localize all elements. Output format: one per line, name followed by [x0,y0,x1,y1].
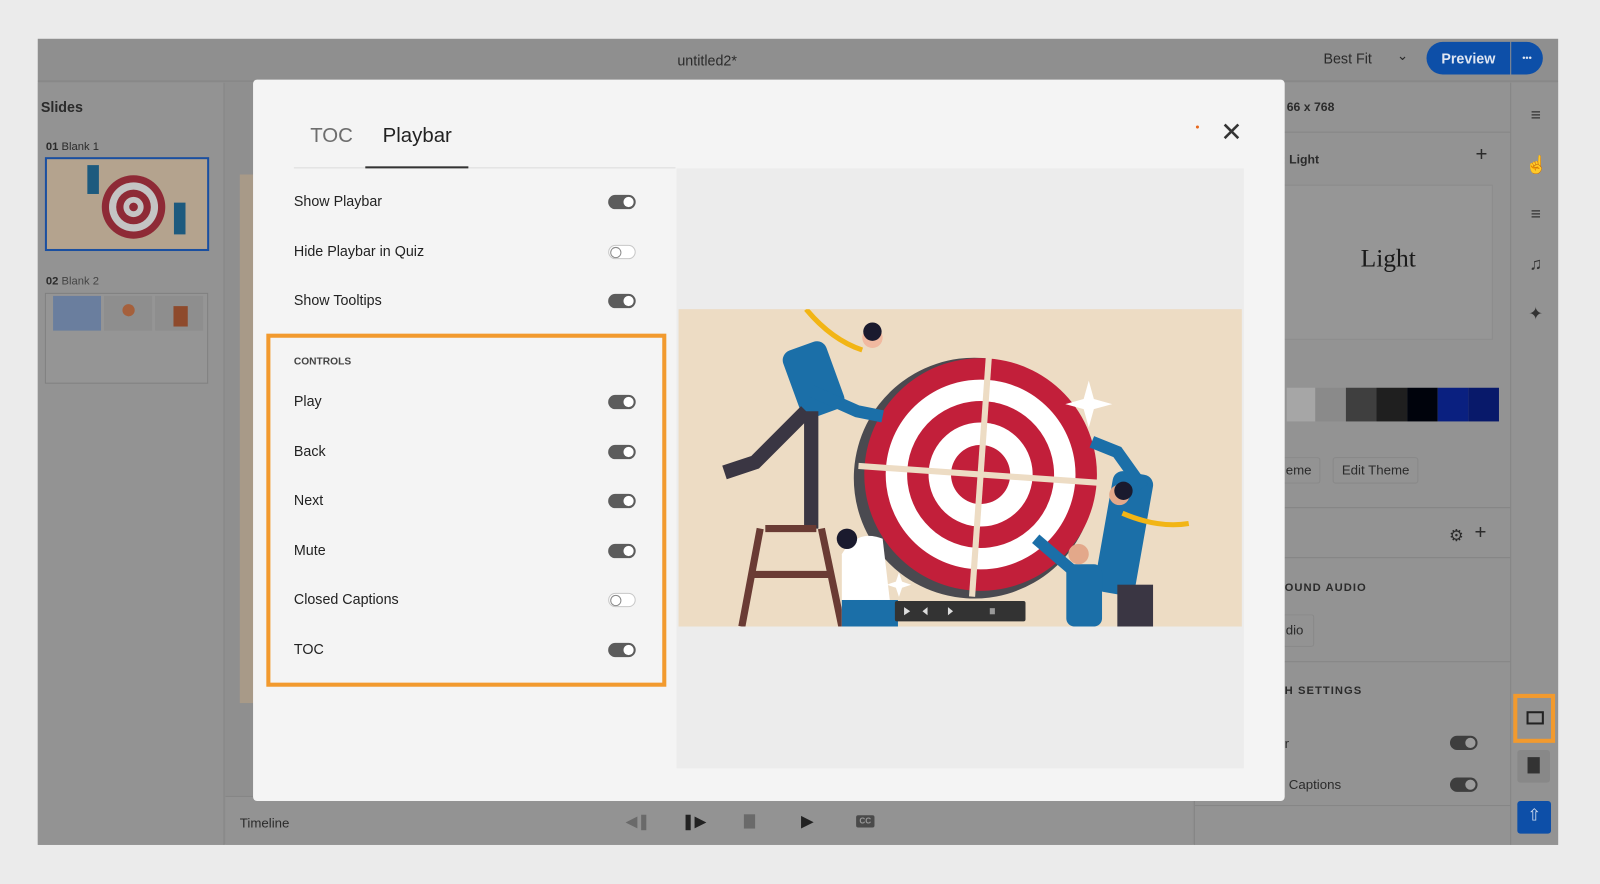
slide-thumbnail-1[interactable] [44,157,210,252]
slide-thumbnail-2[interactable] [44,292,209,384]
properties-sliders-icon[interactable]: ≡ [1525,105,1545,125]
status-dot [1195,125,1199,129]
close-icon[interactable]: ✕ [1220,118,1242,145]
setting-label: Mute [293,541,326,558]
previous-frame-icon[interactable]: ◀❚ [626,812,651,830]
playbar-icon [1526,711,1544,725]
setting-toggle-show-tooltips[interactable] [608,294,636,309]
timeline-label: Timeline [239,815,290,831]
preview-button[interactable]: Preview [1426,41,1511,75]
palette-swatch[interactable] [1345,387,1377,422]
playbar-settings-dialog: TOC Playbar ✕ Show Playbar Hide Playbar i… [253,79,1285,802]
timeline-bar: Timeline ◀❚ ❚▶ ▶ CC [225,795,1193,845]
palette-swatch[interactable] [1315,387,1346,422]
slide-label-1: 01 Blank 1 [45,140,99,154]
setting-label: Show Tooltips [293,292,382,309]
publish-share-button[interactable]: ⇧ [1517,801,1552,834]
slide-label-2: 02 Blank 2 [45,275,99,288]
interaction-touch-icon[interactable]: ☝ [1525,155,1547,175]
theme-preview[interactable]: Light [1281,184,1493,340]
setting-label: Back [293,442,326,459]
closed-captions-icon[interactable]: CC [856,815,875,828]
active-tab-indicator [365,166,469,169]
setting-label: Hide Playbar in Quiz [293,242,425,259]
palette-swatch[interactable] [1376,387,1408,422]
playbar-preview [676,168,1244,769]
setting-toggle-2[interactable] [1449,777,1478,792]
animation-icon[interactable]: ≡ [1525,204,1545,224]
target-illustration-thumb [87,165,186,239]
setting-toggle-show-playbar[interactable] [608,194,636,210]
stop-icon[interactable] [743,814,756,829]
document-icon [1527,757,1540,774]
setting-toggle-hide-playbar-in-quiz[interactable] [608,244,636,259]
setting-label-2: Captions [1288,776,1342,792]
theme-palette [1286,387,1499,422]
tab-toc[interactable]: TOC [310,124,353,147]
setting-toggle-next[interactable] [608,494,636,509]
preview-playbar [894,601,1026,622]
add-theme-icon[interactable]: + [1475,144,1487,167]
slides-panel: Slides 01 Blank 1 02 Blank 2 [37,82,225,845]
next-frame-icon[interactable]: ❚▶ [682,812,707,830]
target-illustration [722,309,1190,627]
theme-button[interactable]: eme [1281,457,1321,484]
slides-heading: Slides [40,98,83,116]
palette-swatch[interactable] [1286,387,1316,422]
more-options-button[interactable]: ••• [1511,41,1543,75]
setting-label-1: r [1284,735,1290,752]
zoom-select-value: Best Fit [1323,49,1372,67]
settings-heading: H SETTINGS [1284,684,1363,697]
palette-swatch[interactable] [1437,387,1469,422]
setting-toggle-back[interactable] [608,444,636,459]
setting-label: Show Playbar [293,192,383,210]
accessibility-icon[interactable]: ✦ [1525,304,1545,324]
setting-toggle-1[interactable] [1449,735,1478,750]
tab-playbar[interactable]: Playbar [383,124,452,147]
gear-icon[interactable]: ⚙ [1449,526,1464,546]
chevron-down-icon: ⌄ [1396,47,1409,64]
theme-preview-text: Light [1360,244,1416,273]
slide-preview-image [678,309,1242,627]
setting-label: TOC [293,640,324,658]
setting-toggle-mute[interactable] [608,543,636,558]
setting-toggle-closed-captions[interactable] [608,593,636,608]
audio-heading: OUND AUDIO [1284,581,1367,594]
document-button[interactable] [1517,749,1550,783]
palette-swatch[interactable] [1407,387,1438,422]
palette-swatch[interactable] [1468,387,1499,422]
audio-button[interactable]: dio [1281,614,1315,647]
setting-label: Next [293,492,324,509]
top-bar: untitled2* Best Fit ⌄ Preview ••• [37,39,1559,82]
document-title: untitled2* [677,52,737,69]
theme-label: : Light [1281,152,1320,167]
music-note-icon[interactable]: ♫ [1525,254,1545,274]
setting-toggle-toc[interactable] [608,642,636,658]
zoom-select[interactable]: Best Fit ⌄ [1323,47,1415,72]
playbar-panel-button[interactable] [1513,693,1556,743]
controls-highlight [266,333,667,687]
add-icon[interactable]: + [1474,521,1486,544]
setting-label: Closed Captions [293,591,399,608]
controls-heading: CONTROLS [293,356,352,368]
edit-theme-button[interactable]: Edit Theme [1332,457,1419,484]
slide-size: 66 x 768 [1286,99,1335,115]
setting-label: Play [293,392,322,410]
setting-toggle-play[interactable] [608,394,636,410]
play-icon[interactable]: ▶ [801,811,814,831]
